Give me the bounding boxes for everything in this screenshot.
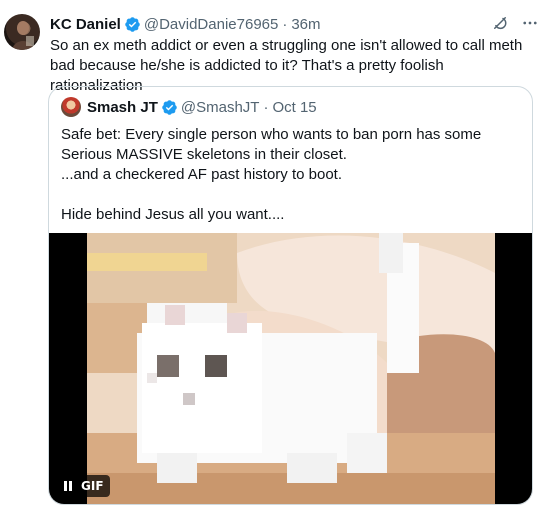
tweet-time[interactable]: 36m: [291, 16, 320, 33]
separator-dot: ·: [263, 98, 269, 116]
quoted-author-name[interactable]: Smash JT: [87, 99, 158, 116]
author-handle[interactable]: @DavidDanie76965: [144, 16, 278, 33]
quoted-text-line: Safe bet: Every single person who wants …: [61, 126, 482, 163]
author-name[interactable]: KC Daniel: [50, 16, 121, 33]
more-icon[interactable]: [521, 14, 539, 32]
quoted-author-handle[interactable]: @SmashJT: [181, 99, 260, 116]
verified-badge-icon: [125, 16, 140, 32]
quoted-date[interactable]: Oct 15: [272, 99, 316, 116]
quoted-header: Smash JT @SmashJT · Oct 15: [61, 97, 317, 117]
quoted-text-line: [61, 185, 526, 205]
header-actions: [491, 14, 539, 32]
avatar-photo: [12, 21, 34, 50]
quoted-text: Safe bet: Every single person who wants …: [61, 125, 526, 225]
quoted-author-avatar[interactable]: [61, 97, 81, 117]
gif-media[interactable]: GIF: [49, 233, 532, 504]
verified-badge-icon: [162, 99, 177, 115]
gif-pause-button[interactable]: GIF: [57, 475, 110, 497]
quoted-text-line: Hide behind Jesus all you want....: [61, 206, 285, 223]
tweet-header: KC Daniel @DavidDanie76965 · 36m: [50, 14, 539, 34]
pause-icon: [64, 481, 72, 491]
quoted-tweet[interactable]: Smash JT @SmashJT · Oct 15 Safe bet: Eve…: [48, 86, 533, 505]
gif-badge: GIF: [81, 479, 104, 493]
grok-icon[interactable]: [491, 14, 509, 32]
separator-dot: ·: [282, 15, 288, 33]
author-avatar[interactable]: [4, 14, 40, 50]
gif-image: [87, 233, 495, 504]
quoted-text-line: ...and a checkered AF past history to bo…: [61, 166, 342, 183]
